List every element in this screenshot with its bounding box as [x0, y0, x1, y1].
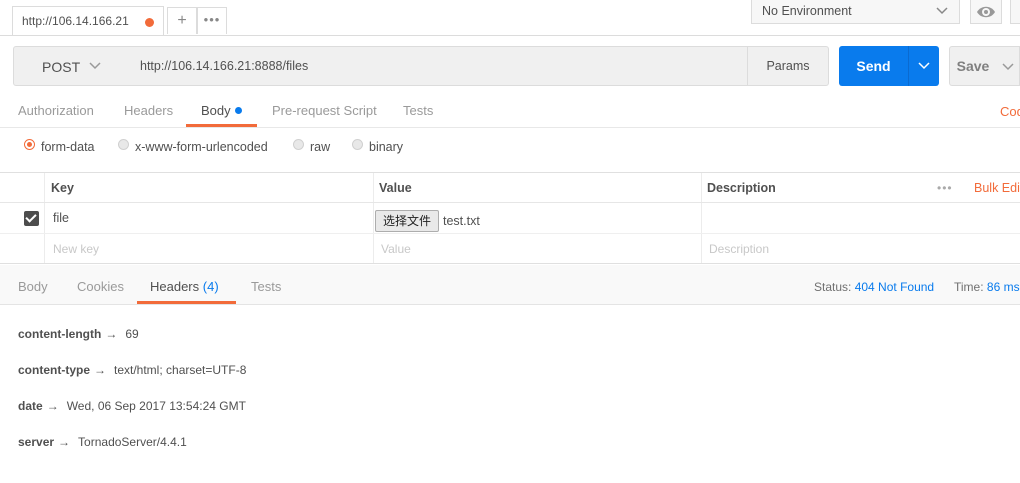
method-label: POST [42, 59, 81, 75]
column-header-key: Key [51, 181, 74, 195]
send-options-button[interactable] [908, 46, 939, 86]
response-time: Time: 86 ms [954, 280, 1020, 294]
response-header-row: content-type → text/html; charset=UTF-8 [18, 363, 246, 377]
request-tabs-divider [0, 127, 1020, 128]
radio-label: raw [310, 140, 331, 154]
new-description-input[interactable]: Description [709, 242, 769, 256]
tab-divider [0, 35, 1020, 36]
header-key: date [18, 399, 43, 413]
response-tab-tests[interactable]: Tests [251, 279, 281, 294]
response-tab-headers[interactable]: Headers (4) [150, 279, 219, 294]
tab-strip: http://106.14.166.21 + ••• No Environmen… [0, 0, 1020, 36]
header-value: TornadoServer/4.4.1 [78, 435, 187, 449]
new-key-input[interactable]: New key [53, 242, 99, 256]
arrow-right-icon: → [105, 327, 118, 341]
tab-body[interactable]: Body [201, 103, 242, 118]
environment-quick-look-button[interactable] [970, 0, 1002, 24]
tab-body-label: Body [201, 103, 231, 118]
chevron-down-icon [1001, 59, 1015, 73]
radio-label: form-data [41, 140, 95, 154]
header-value: text/html; charset=UTF-8 [114, 363, 247, 377]
header-value: 69 [125, 327, 139, 341]
form-data-table: Key Value Description ••• Bulk Edit file… [0, 172, 1020, 264]
tab-authorization[interactable]: Authorization [18, 103, 94, 118]
header-key: server [18, 435, 55, 449]
table-more-button[interactable]: ••• [937, 181, 953, 195]
response-status: Status: 404 Not Found [814, 280, 934, 294]
radio-unselected-icon [118, 139, 129, 150]
send-button[interactable]: Send [839, 46, 908, 86]
response-header-row: server → TornadoServer/4.4.1 [18, 435, 187, 449]
tab-more-button[interactable]: ••• [197, 7, 227, 34]
arrow-right-icon: → [46, 399, 59, 413]
arrow-right-icon: → [94, 363, 106, 377]
radio-selected-icon [24, 139, 35, 150]
header-key: content-type [18, 363, 90, 377]
column-header-description: Description [707, 181, 776, 195]
tab-pre-request-script[interactable]: Pre-request Script [272, 103, 377, 118]
response-header-row: date → Wed, 06 Sep 2017 13:54:24 GMT [18, 399, 246, 413]
radio-unselected-icon [293, 139, 304, 150]
response-tab-body[interactable]: Body [18, 279, 48, 294]
unsaved-dot-icon [145, 18, 154, 27]
request-tab[interactable]: http://106.14.166.21 [12, 6, 164, 36]
response-header-row: content-length → 69 [18, 327, 139, 341]
active-response-tab-indicator [137, 301, 236, 304]
radio-label: binary [369, 140, 404, 154]
arrow-right-icon: → [58, 435, 71, 449]
file-name: test.txt [443, 214, 480, 228]
tab-tests[interactable]: Tests [403, 103, 433, 118]
save-button[interactable]: Save [949, 46, 997, 86]
body-indicator-dot-icon [234, 107, 242, 114]
url-input[interactable]: http://106.14.166.21:8888/files [129, 46, 748, 86]
chevron-down-icon [935, 2, 949, 23]
time-value[interactable]: 86 ms [987, 280, 1020, 294]
time-label: Time: [954, 280, 984, 294]
header-key: content-length [18, 327, 102, 341]
table-header-row: Key Value Description ••• Bulk Edit [0, 173, 1020, 203]
response-tab-headers-label: Headers [150, 279, 200, 294]
chevron-down-icon [88, 57, 102, 78]
tab-headers[interactable]: Headers [124, 103, 173, 118]
request-tab-title: http://106.14.166.21 [22, 14, 129, 28]
eye-icon [976, 6, 996, 25]
environment-select[interactable]: No Environment [751, 0, 960, 24]
key-cell[interactable]: file [53, 211, 69, 225]
column-header-value: Value [379, 181, 412, 195]
choose-file-button[interactable]: 选择文件 [375, 210, 439, 232]
new-tab-button[interactable]: + [167, 7, 197, 34]
radio-label: x-www-form-urlencoded [135, 140, 268, 154]
table-row: file 选择文件 test.txt [0, 203, 1020, 234]
headers-count: (4) [202, 279, 219, 294]
response-tab-cookies[interactable]: Cookies [77, 279, 124, 294]
save-options-button[interactable] [996, 46, 1020, 86]
header-value: Wed, 06 Sep 2017 13:54:24 GMT [66, 399, 246, 413]
url-text: http://106.14.166.21:8888/files [140, 59, 309, 73]
code-link[interactable]: Code [1000, 104, 1020, 119]
chevron-down-icon [917, 58, 931, 72]
new-value-input[interactable]: Value [381, 242, 411, 256]
radio-unselected-icon [352, 139, 363, 150]
new-row: New key Value Description [0, 234, 1020, 264]
method-select[interactable]: POST [13, 46, 130, 86]
environment-label: No Environment [762, 4, 852, 18]
status-value[interactable]: 404 Not Found [855, 280, 934, 294]
status-label: Status: [814, 280, 852, 294]
bulk-edit-link[interactable]: Bulk Edit [974, 181, 1020, 195]
manage-environments-button[interactable] [1010, 0, 1020, 24]
checkbox-checked-icon[interactable] [24, 211, 39, 226]
params-button[interactable]: Params [747, 46, 829, 86]
